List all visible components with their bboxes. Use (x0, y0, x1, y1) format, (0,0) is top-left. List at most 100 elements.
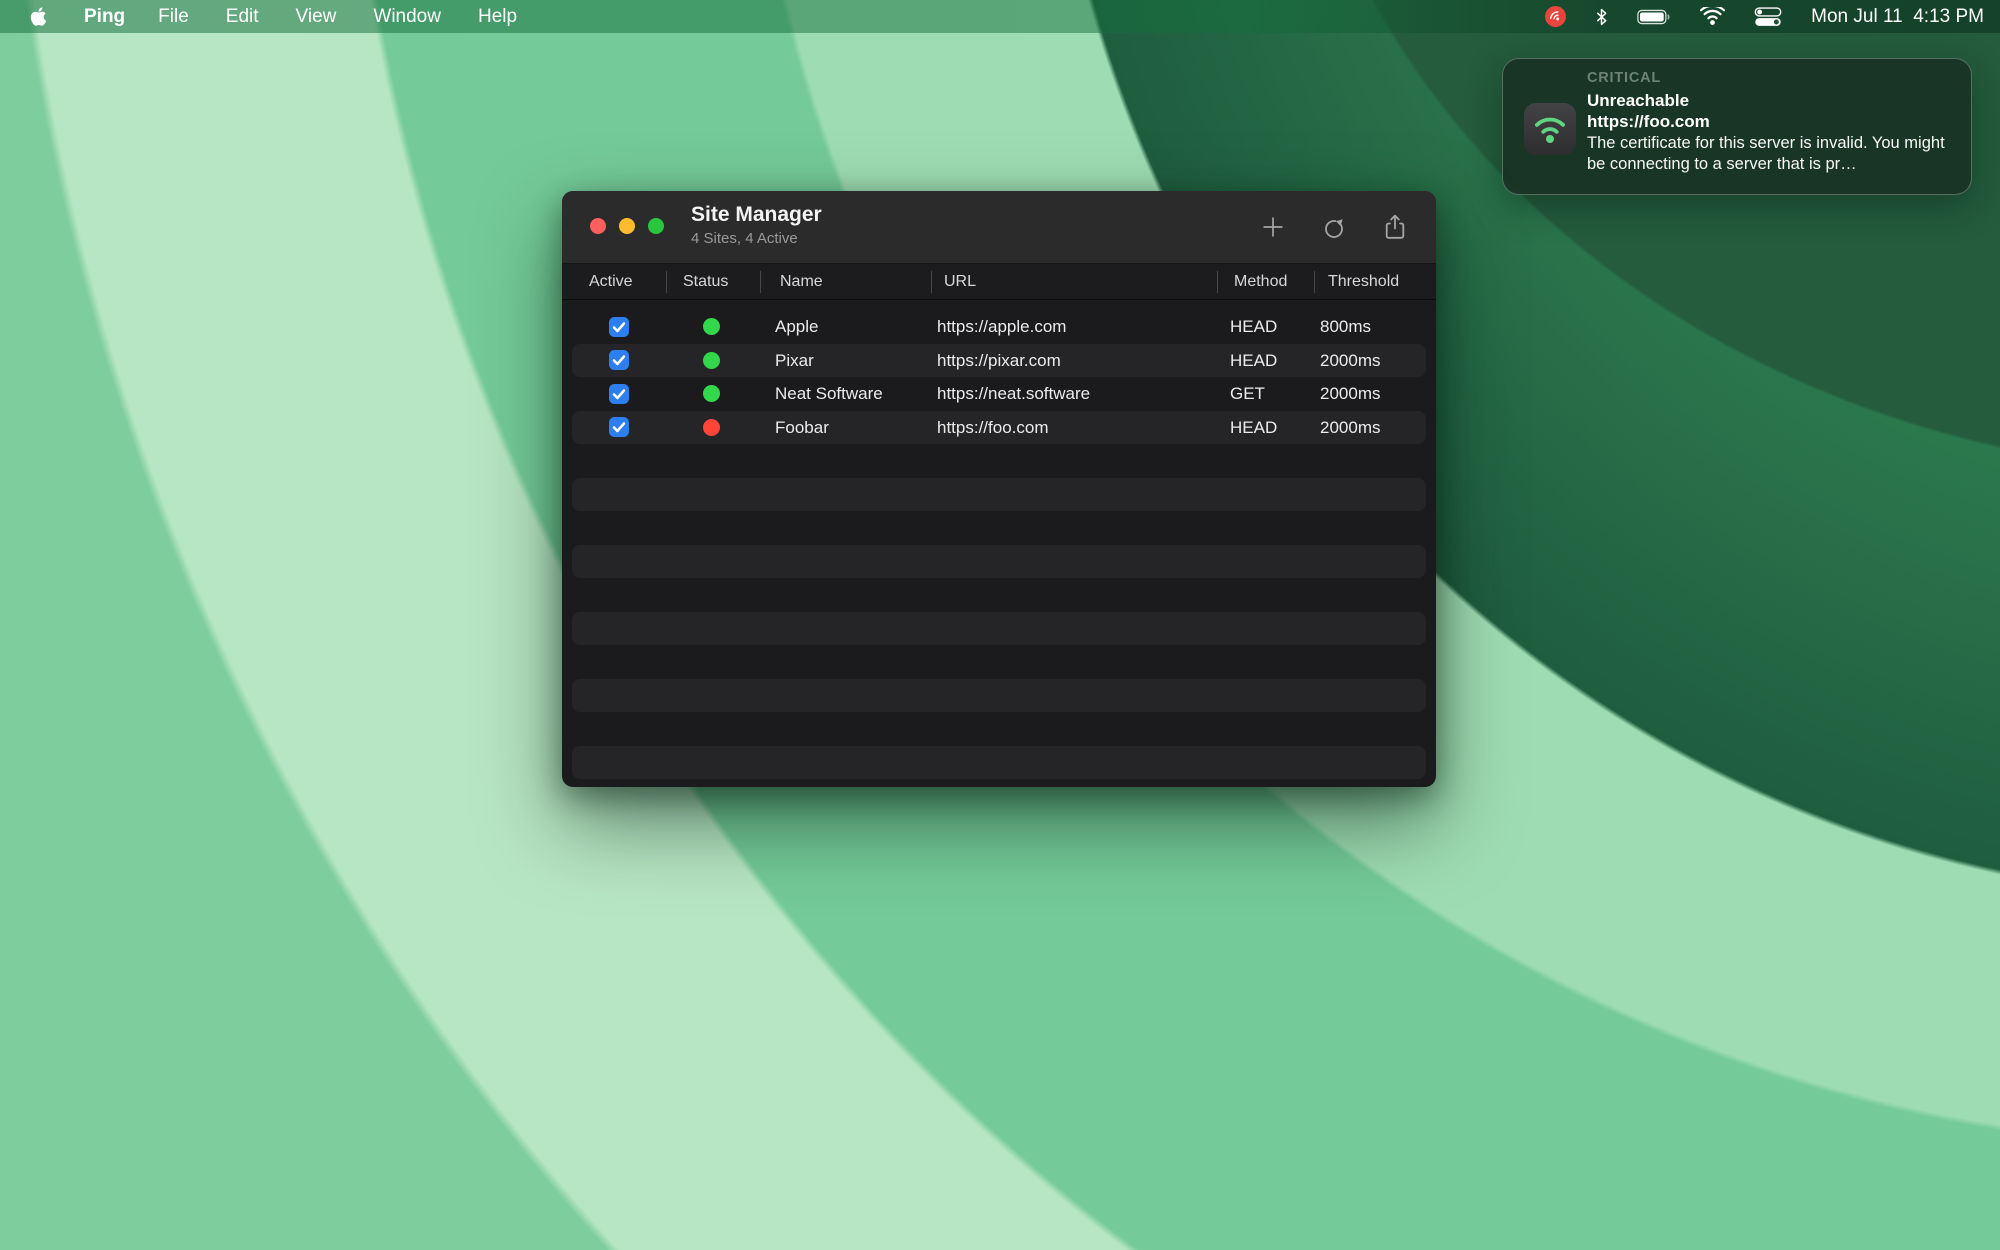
column-divider (666, 271, 667, 293)
table-row[interactable]: Apple https://apple.com HEAD 800ms (562, 310, 1436, 344)
table-row-empty[interactable] (562, 578, 1436, 612)
window-titlebar[interactable]: Site Manager 4 Sites, 4 Active (562, 191, 1436, 264)
site-threshold: 2000ms (1320, 411, 1380, 445)
site-url: https://apple.com (937, 310, 1066, 344)
row-stripe (572, 545, 1426, 579)
window-subtitle: 4 Sites, 4 Active (691, 230, 822, 247)
column-divider (1314, 271, 1315, 293)
menu-bar-clock[interactable]: Mon Jul 11 4:13 PM (1811, 6, 1984, 28)
menu-bar-status-area: Mon Jul 11 4:13 PM (1545, 6, 2000, 28)
menu-item-window[interactable]: Window (373, 6, 441, 28)
table-row-empty[interactable] (562, 679, 1436, 713)
apple-logo (30, 6, 47, 27)
ping-signal-glyph (1547, 8, 1564, 25)
site-method: HEAD (1230, 344, 1277, 378)
notification-banner[interactable]: CRITICAL Unreachable https://foo.com The… (1502, 58, 1972, 195)
menu-item-view[interactable]: View (296, 6, 337, 28)
notification-title: Unreachable (1587, 90, 1955, 112)
active-checkbox[interactable] (609, 417, 629, 437)
row-stripe (572, 746, 1426, 780)
table-body: Apple https://apple.com HEAD 800ms Pixar http… (562, 310, 1436, 787)
notification-body: The certificate for this server is inval… (1587, 133, 1955, 176)
table-row[interactable]: Neat Softwarehttps://neat.softwareGET200… (562, 377, 1436, 411)
menu-item-file[interactable]: File (158, 6, 189, 28)
refresh-button[interactable] (1317, 209, 1351, 245)
zoom-button[interactable] (648, 218, 664, 234)
table-row[interactable]: Foobar https://foo.com HEAD 2000ms (562, 411, 1436, 445)
table-row-empty[interactable] (562, 712, 1436, 746)
row-stripe (572, 478, 1426, 512)
minimize-button[interactable] (619, 218, 635, 234)
site-method: HEAD (1230, 411, 1277, 445)
site-name: Pixar (775, 344, 814, 378)
site-url: https://neat.software (937, 377, 1090, 411)
window-titles: Site Manager 4 Sites, 4 Active (691, 203, 822, 247)
menu-bar: Ping File Edit View Window Help (0, 0, 2000, 33)
wifi-app-icon (1530, 112, 1570, 146)
table-row-empty[interactable] (562, 511, 1436, 545)
active-checkbox[interactable] (609, 317, 629, 337)
window-controls (590, 218, 664, 234)
site-threshold: 2000ms (1320, 377, 1380, 411)
site-name: Foobar (775, 411, 829, 445)
table-row-empty[interactable] (562, 478, 1436, 512)
column-header-url[interactable]: URL (944, 264, 976, 300)
status-indicator-up (703, 385, 720, 402)
checkmark-icon (609, 317, 629, 337)
window-title: Site Manager (691, 203, 822, 227)
status-indicator-up (703, 318, 720, 335)
table-header: Active Status Name URL Method Threshold (562, 264, 1436, 300)
site-url: https://pixar.com (937, 344, 1061, 378)
site-threshold: 800ms (1320, 310, 1371, 344)
active-checkbox[interactable] (609, 384, 629, 404)
table-row-empty[interactable] (562, 612, 1436, 646)
site-manager-window: Site Manager 4 Sites, 4 Active (562, 191, 1436, 787)
battery-icon[interactable] (1637, 8, 1671, 26)
table-row-empty[interactable] (562, 545, 1436, 579)
column-header-threshold[interactable]: Threshold (1328, 264, 1399, 300)
status-indicator-down (703, 419, 720, 436)
share-icon (1380, 212, 1410, 242)
column-header-method[interactable]: Method (1234, 264, 1287, 300)
checkmark-icon (609, 384, 629, 404)
column-header-name[interactable]: Name (780, 264, 823, 300)
notification-subtitle: https://foo.com (1587, 111, 1955, 133)
control-center-icon[interactable] (1754, 7, 1782, 27)
menu-bar-left: Ping File Edit View Window Help (0, 6, 517, 28)
table-row-empty[interactable] (562, 746, 1436, 780)
status-indicator-up (703, 352, 720, 369)
ping-status-icon[interactable] (1545, 6, 1566, 27)
bluetooth-icon[interactable] (1595, 6, 1608, 28)
active-checkbox[interactable] (609, 350, 629, 370)
checkmark-icon (609, 417, 629, 437)
wifi-icon[interactable] (1700, 7, 1725, 26)
checkmark-icon (609, 350, 629, 370)
row-stripe (572, 612, 1426, 646)
site-method: GET (1230, 377, 1265, 411)
share-button[interactable] (1378, 209, 1412, 245)
site-url: https://foo.com (937, 411, 1049, 445)
site-threshold: 2000ms (1320, 344, 1380, 378)
site-name: Apple (775, 310, 818, 344)
column-divider (931, 271, 932, 293)
row-stripe (572, 679, 1426, 713)
table-row-empty[interactable] (562, 645, 1436, 679)
apple-menu-icon[interactable] (30, 6, 47, 27)
notification-category: CRITICAL (1587, 68, 1955, 90)
menu-item-app-name[interactable]: Ping (84, 6, 125, 28)
table-row-empty[interactable] (562, 444, 1436, 478)
table-row[interactable]: Pixar https://pixar.com HEAD 2000ms (562, 344, 1436, 378)
column-header-status[interactable]: Status (683, 264, 728, 300)
notification-app-icon (1524, 103, 1576, 155)
plus-icon (1259, 213, 1287, 241)
close-button[interactable] (590, 218, 606, 234)
column-divider (1217, 271, 1218, 293)
site-method: HEAD (1230, 310, 1277, 344)
window-toolbar (1256, 209, 1412, 245)
column-divider (760, 271, 761, 293)
menu-item-edit[interactable]: Edit (226, 6, 259, 28)
add-site-button[interactable] (1256, 209, 1290, 245)
notification-text: CRITICAL Unreachable https://foo.com The… (1587, 68, 1955, 176)
menu-item-help[interactable]: Help (478, 6, 517, 28)
column-header-active[interactable]: Active (589, 264, 633, 300)
